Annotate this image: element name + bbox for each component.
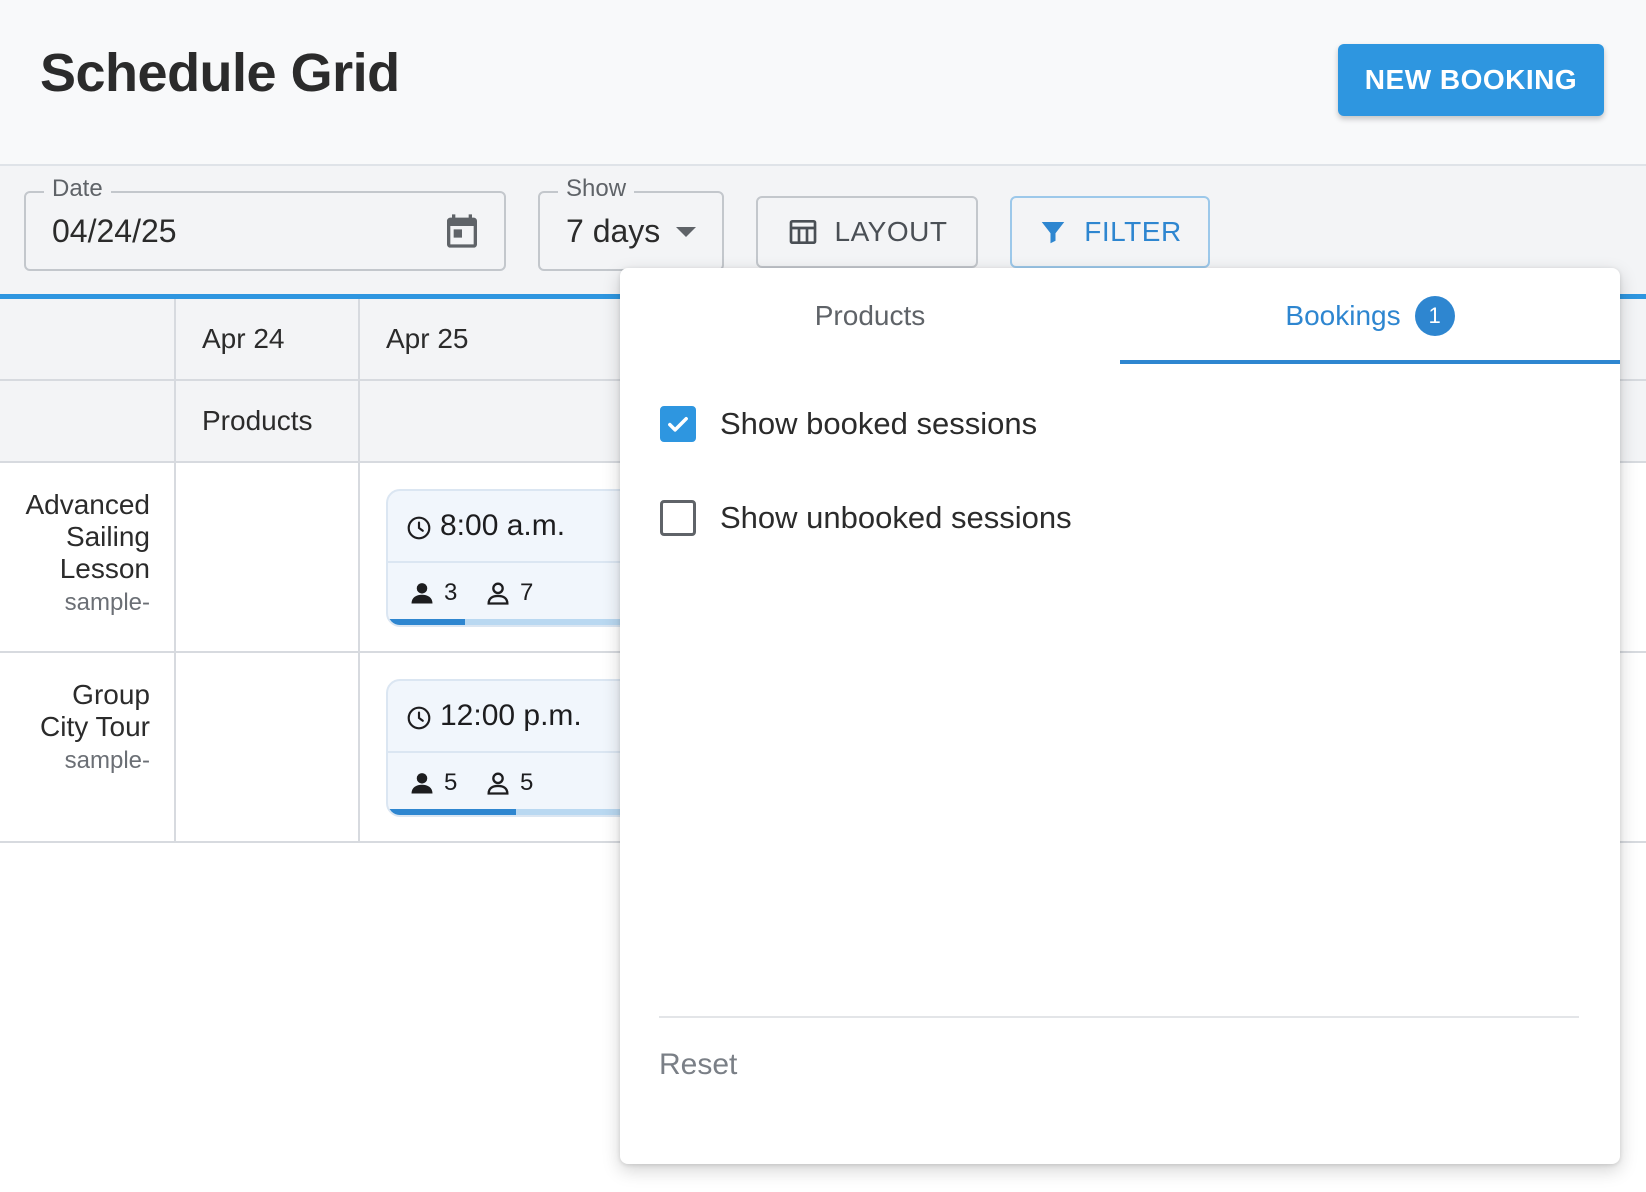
products-subheader: Products (202, 405, 313, 436)
calendar-icon[interactable] (442, 209, 482, 253)
person-filled-icon (411, 583, 433, 604)
table-layout-icon (789, 220, 816, 244)
tab-bookings-badge: 1 (1414, 296, 1455, 336)
person-filled-icon (411, 773, 433, 794)
clock-icon (407, 516, 431, 540)
page-header: Schedule Grid NEW BOOKING (0, 0, 1646, 166)
booked-count: 3 (444, 579, 458, 606)
show-unbooked-label: Show unbooked sessions (720, 500, 1072, 535)
session-counts: 3 7 (388, 565, 644, 623)
tab-products-label: Products (814, 300, 926, 331)
filter-button[interactable]: FILTER (1010, 196, 1210, 268)
show-unbooked-checkbox[interactable] (660, 500, 696, 536)
booked-count: 5 (444, 769, 458, 796)
capacity-bar-fill (388, 619, 465, 625)
show-booked-label: Show booked sessions (720, 406, 1038, 441)
reset-button[interactable]: Reset (659, 1048, 737, 1082)
person-outline-icon (487, 582, 509, 605)
person-outline-icon (487, 772, 509, 795)
day-header: Apr 25 (386, 323, 469, 354)
grid-column-divider (174, 299, 176, 843)
filter-button-label: FILTER (1084, 216, 1182, 247)
capacity-bar (388, 619, 644, 625)
checkmark-icon (668, 417, 688, 432)
date-field[interactable]: Date 04/24/25 (24, 175, 506, 271)
show-booked-option[interactable]: Show booked sessions (660, 404, 1037, 444)
show-booked-checkbox[interactable] (660, 406, 696, 442)
filter-icon (1042, 222, 1065, 244)
tab-bookings[interactable]: Bookings 1 (1120, 268, 1620, 364)
session-card[interactable]: 12:00 p.m. 5 5 (386, 679, 646, 817)
popover-divider (659, 1016, 1579, 1018)
page-title: Schedule Grid (40, 43, 400, 103)
product-code: sample- (64, 747, 150, 774)
date-field-label: Date (44, 175, 111, 203)
product-name-line: City Tour (40, 711, 150, 742)
day-header: Apr 24 (202, 323, 285, 354)
product-name: Advanced Sailing Lesson (0, 489, 150, 585)
capacity-bar-fill (388, 809, 516, 815)
grid-column-divider (358, 299, 360, 843)
schedule-grid-page: Schedule Grid NEW BOOKING Date 04/24/25 … (0, 0, 1646, 1192)
session-time-row: 8:00 a.m. (388, 491, 644, 563)
show-select-label: Show (558, 175, 635, 203)
show-select-value: 7 days (566, 213, 661, 249)
available-count: 7 (520, 579, 534, 606)
product-name-line: Group (72, 679, 150, 710)
show-unbooked-option[interactable]: Show unbooked sessions (660, 498, 1072, 538)
new-booking-button[interactable]: NEW BOOKING (1338, 44, 1604, 116)
tab-bookings-label: Bookings (1285, 300, 1401, 331)
chevron-down-icon (676, 227, 696, 237)
product-name-line: Advanced (25, 489, 150, 520)
available-count: 5 (520, 769, 534, 796)
clock-icon (407, 706, 431, 730)
layout-button[interactable]: LAYOUT (756, 196, 978, 268)
date-field-value: 04/24/25 (52, 213, 177, 249)
filter-popover: Products Bookings 1 Show booked sessions… (620, 268, 1620, 1164)
product-name: Group City Tour (0, 679, 150, 743)
capacity-bar (388, 809, 644, 815)
product-name-line: Lesson (59, 553, 150, 584)
session-time: 12:00 p.m. (440, 699, 582, 732)
filter-tabs: Products Bookings 1 (620, 268, 1620, 364)
active-tab-indicator (1120, 360, 1620, 364)
session-card[interactable]: 8:00 a.m. 3 7 (386, 489, 646, 627)
session-time-row: 12:00 p.m. (388, 681, 644, 753)
layout-button-label: LAYOUT (834, 216, 948, 247)
session-counts: 5 5 (388, 755, 644, 813)
product-code: sample- (64, 589, 150, 616)
product-name-line: Sailing (65, 521, 150, 552)
tab-products[interactable]: Products (620, 268, 1120, 364)
session-time: 8:00 a.m. (440, 509, 566, 542)
show-select[interactable]: Show 7 days (538, 175, 724, 271)
